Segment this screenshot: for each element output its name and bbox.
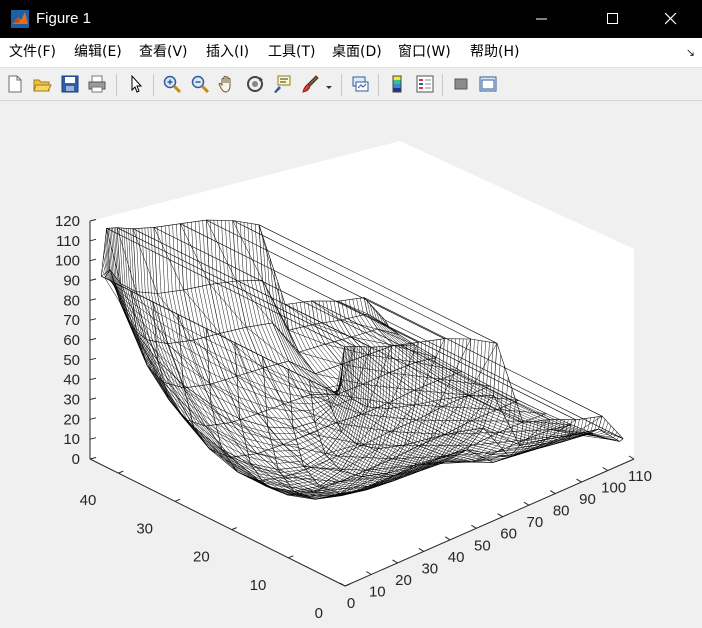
mesh-plot[interactable]: 0102030405060708090100110120010203040010… — [0, 101, 702, 628]
print-icon — [88, 75, 106, 93]
x-tick-label: 100 — [601, 480, 626, 497]
y-tick-label: 30 — [136, 520, 153, 537]
link-plot-icon — [352, 76, 369, 92]
z-tick-label: 10 — [63, 431, 80, 448]
menu-view[interactable]: 查看(V) — [139, 44, 188, 61]
save-button[interactable] — [58, 72, 82, 96]
figure-toolbar — [0, 68, 702, 101]
new-figure-button[interactable] — [3, 72, 27, 96]
z-tick-label: 40 — [63, 372, 80, 389]
toolbar-separator — [378, 74, 379, 96]
x-tick-label: 20 — [395, 572, 412, 589]
open-file-button[interactable] — [30, 72, 54, 96]
maximize-icon — [607, 13, 618, 24]
x-tick-label: 40 — [448, 549, 465, 566]
menu-file[interactable]: 文件(F) — [9, 44, 56, 61]
x-tick-label: 0 — [347, 595, 355, 612]
maximize-button[interactable] — [590, 0, 636, 38]
toolbar-separator — [341, 74, 342, 96]
brush-dropdown-icon — [326, 86, 332, 89]
zoom-out-button[interactable] — [188, 72, 212, 96]
toolbar-separator — [442, 74, 443, 96]
z-tick-label: 0 — [72, 451, 80, 468]
z-tick-label: 110 — [56, 233, 80, 250]
z-tick-label: 30 — [63, 392, 80, 409]
print-button[interactable] — [85, 72, 109, 96]
x-tick-label: 50 — [474, 537, 491, 554]
rotate-3d-button[interactable] — [243, 72, 267, 96]
open-file-icon — [33, 79, 52, 92]
x-tick-label: 30 — [421, 560, 438, 577]
data-cursor-button[interactable] — [270, 72, 294, 96]
legend-icon — [416, 75, 434, 93]
toolbar-separator — [116, 74, 117, 96]
data-cursor-icon — [274, 75, 291, 93]
toolbar-separator — [153, 74, 154, 96]
pan-button[interactable] — [215, 72, 239, 96]
zoom-in-button[interactable] — [160, 72, 184, 96]
brush-button[interactable] — [298, 72, 322, 96]
hide-plot-tools-icon — [454, 78, 468, 90]
menu-edit[interactable]: 编辑(E) — [74, 44, 122, 61]
y-tick-label: 0 — [315, 605, 323, 622]
save-icon — [61, 75, 79, 93]
menu-desktop[interactable]: 桌面(D) — [332, 44, 382, 61]
z-tick-label: 50 — [63, 352, 80, 369]
window-title: Figure 1 — [36, 10, 92, 27]
edit-plot-arrow-icon — [131, 74, 143, 93]
rotate-3d-icon — [247, 76, 263, 92]
menu-tools[interactable]: 工具(T) — [268, 44, 315, 61]
zoom-out-icon — [191, 75, 210, 94]
x-tick-label: 80 — [553, 503, 570, 520]
menu-insert[interactable]: 插入(I) — [206, 44, 249, 61]
x-tick-label: 70 — [527, 514, 544, 531]
z-tick-label: 90 — [63, 273, 80, 290]
x-tick-label: 10 — [369, 584, 386, 601]
close-icon — [665, 13, 677, 25]
minimize-button[interactable] — [519, 0, 565, 38]
hide-plot-tools-button[interactable] — [449, 72, 473, 96]
x-tick-label: 110 — [628, 468, 652, 485]
edit-plot-button[interactable] — [124, 72, 148, 96]
z-tick-label: 20 — [63, 411, 80, 428]
menu-window[interactable]: 窗口(W) — [398, 44, 451, 61]
minimize-icon — [536, 18, 547, 20]
show-plot-tools-icon — [479, 76, 497, 92]
title-bar: Figure 1 — [0, 0, 702, 38]
close-button[interactable] — [648, 0, 694, 38]
y-tick-label: 20 — [193, 549, 210, 566]
z-tick-label: 80 — [63, 292, 80, 309]
z-tick-label: 60 — [63, 332, 80, 349]
show-plot-tools-button[interactable] — [476, 72, 500, 96]
z-tick-label: 100 — [55, 253, 80, 270]
menu-bar: 文件(F) 编辑(E) 查看(V) 插入(I) 工具(T) 桌面(D) 窗口(W… — [0, 38, 702, 68]
dock-arrow-icon[interactable]: ↘ — [686, 46, 695, 59]
x-tick-label: 60 — [500, 526, 517, 543]
pan-hand-icon — [218, 75, 231, 93]
x-tick-label: 90 — [579, 491, 596, 508]
brush-dropdown-button[interactable] — [322, 72, 336, 96]
new-figure-icon — [8, 75, 22, 93]
z-tick-label: 70 — [63, 312, 80, 329]
y-tick-label: 40 — [80, 492, 97, 509]
brush-icon — [302, 75, 319, 93]
zoom-in-icon — [163, 75, 182, 94]
insert-legend-button[interactable] — [413, 72, 437, 96]
menu-help[interactable]: 帮助(H) — [470, 44, 519, 61]
y-tick-label: 10 — [250, 577, 267, 594]
colorbar-icon — [392, 75, 402, 93]
z-tick-label: 120 — [55, 213, 80, 230]
link-plot-button[interactable] — [348, 72, 372, 96]
insert-colorbar-button[interactable] — [385, 72, 409, 96]
matlab-logo-icon — [11, 10, 29, 28]
